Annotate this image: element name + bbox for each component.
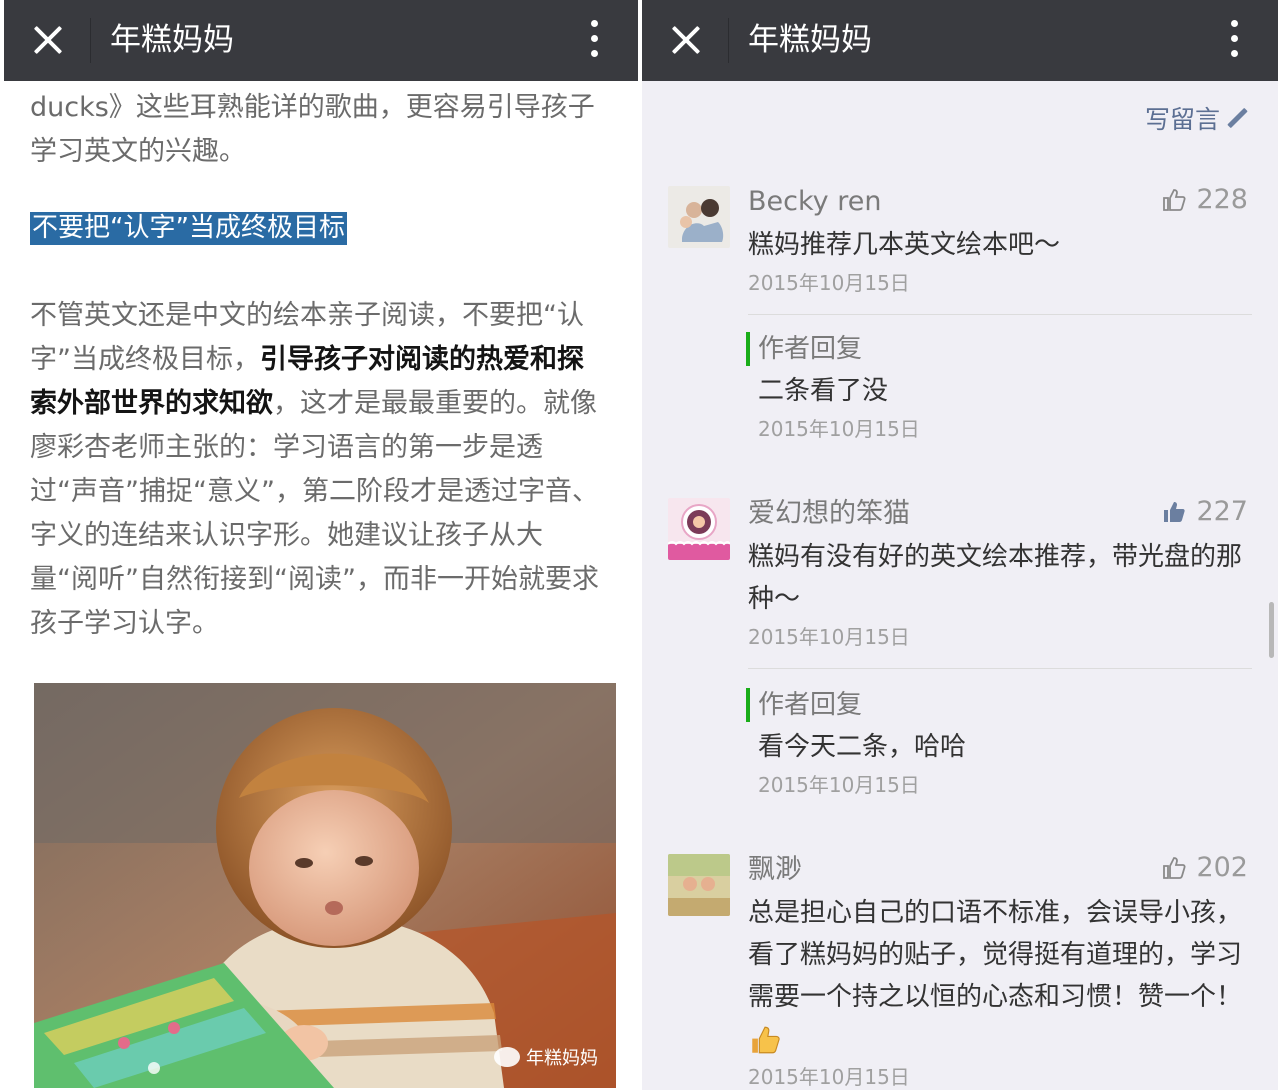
wechat-icon bbox=[494, 1047, 520, 1067]
avatar[interactable] bbox=[668, 854, 730, 916]
pencil-icon bbox=[1226, 107, 1248, 129]
child-reading-image bbox=[34, 683, 616, 1088]
page-title: 年糕妈妈 bbox=[110, 22, 234, 58]
like-count: 228 bbox=[1196, 184, 1248, 215]
watermark-text: 年糕妈妈 bbox=[526, 1048, 598, 1069]
like-count: 227 bbox=[1196, 496, 1248, 527]
like-button[interactable]: 202 bbox=[1162, 850, 1248, 886]
thumbs-up-icon bbox=[1163, 857, 1186, 879]
image-watermark: 年糕妈妈 bbox=[494, 1044, 598, 1070]
avatar[interactable] bbox=[668, 498, 730, 560]
like-button[interactable]: 228 bbox=[1162, 182, 1248, 218]
write-comment-label: 写留言 bbox=[1144, 105, 1220, 134]
article-intro: ducks》这些耳熟能详的歌曲，更容易引导孩子学习英文的兴趣。 bbox=[30, 92, 595, 167]
comment-text: 总是担心自己的口语不标准，会误导小孩，看了糕妈妈的贴子，觉得挺有道理的，学习需要… bbox=[748, 892, 1252, 1060]
article-pane: 年糕妈妈 ducks》这些耳熟能详的歌曲，更容易引导孩子学习英文的兴趣。 不要把… bbox=[4, 0, 638, 1090]
reply-text: 二条看了没 bbox=[758, 376, 889, 406]
article-photo[interactable]: 年糕妈妈 bbox=[34, 683, 616, 1088]
top-bar: 年糕妈妈 bbox=[642, 0, 1278, 81]
comment-date: 2015年10月15日 bbox=[748, 271, 910, 295]
close-icon[interactable] bbox=[668, 22, 704, 58]
scrollbar[interactable] bbox=[1269, 602, 1274, 658]
comment-text: 糕妈有没有好的英文绘本推荐，带光盘的那种～ bbox=[748, 542, 1243, 614]
top-bar: 年糕妈妈 bbox=[4, 0, 638, 81]
thumbs-up-emoji-icon bbox=[752, 1026, 780, 1053]
avatar[interactable] bbox=[668, 186, 730, 248]
thumbs-up-icon bbox=[1163, 189, 1186, 211]
more-options-icon[interactable] bbox=[1230, 20, 1238, 60]
reply-label: 作者回复 bbox=[746, 332, 1246, 366]
reply-date: 2015年10月15日 bbox=[758, 417, 920, 441]
title-divider bbox=[728, 18, 729, 63]
paragraph-text: ，这才是最最重要的。就像廖彩杏老师主张的：学习语言的第一步是透过“声音”捕捉“意… bbox=[30, 388, 599, 639]
more-options-icon[interactable] bbox=[590, 20, 598, 60]
write-comment-button[interactable]: 写留言 bbox=[1145, 100, 1248, 136]
thumbs-up-icon bbox=[1164, 502, 1186, 522]
reply-date: 2015年10月15日 bbox=[758, 773, 920, 797]
page-title: 年糕妈妈 bbox=[748, 22, 872, 58]
comment-date: 2015年10月15日 bbox=[748, 1065, 910, 1089]
author-reply: 作者回复 看今天二条，哈哈 2015年10月15日 bbox=[746, 688, 1246, 800]
close-icon[interactable] bbox=[30, 22, 66, 58]
comment-date: 2015年10月15日 bbox=[748, 625, 910, 649]
comment-divider bbox=[748, 314, 1252, 315]
section-heading: 不要把“认字”当成终极目标 bbox=[30, 212, 347, 245]
comment-text-content: 总是担心自己的口语不标准，会误导小孩，看了糕妈妈的贴子，觉得挺有道理的，学习需要… bbox=[748, 898, 1243, 1012]
reply-text: 看今天二条，哈哈 bbox=[758, 732, 967, 762]
article-body: ducks》这些耳熟能详的歌曲，更容易引导孩子学习英文的兴趣。 不要把“认字”当… bbox=[30, 86, 600, 646]
like-button[interactable]: 227 bbox=[1162, 494, 1248, 530]
author-reply: 作者回复 二条看了没 2015年10月15日 bbox=[746, 332, 1246, 444]
comments-pane: 年糕妈妈 写留言 Becky ren 228 糕妈推荐几本英文绘本吧～ 2015… bbox=[642, 0, 1278, 1090]
like-count: 202 bbox=[1196, 852, 1248, 883]
article-paragraph: 不管英文还是中文的绘本亲子阅读，不要把“认字”当成终极目标，引导孩子对阅读的热爱… bbox=[30, 294, 600, 646]
comment-text: 糕妈推荐几本英文绘本吧～ bbox=[748, 230, 1061, 260]
reply-label: 作者回复 bbox=[746, 688, 1246, 722]
comment-divider bbox=[748, 668, 1252, 669]
title-divider bbox=[90, 18, 91, 63]
